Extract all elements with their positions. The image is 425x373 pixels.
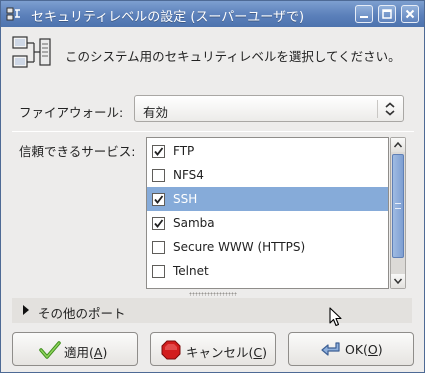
checkmark-icon [154, 195, 164, 204]
combo-separator [377, 100, 378, 118]
cancel-label: キャンセル(C) [186, 345, 268, 360]
firewall-select[interactable]: 有効 [134, 95, 404, 122]
service-row-telnet[interactable]: Telnet [147, 259, 388, 283]
checkmark-icon [154, 219, 164, 228]
network-security-icon [12, 36, 51, 68]
https-checkbox[interactable] [152, 241, 165, 254]
service-row-https[interactable]: Secure WWW (HTTPS) [147, 235, 388, 259]
service-name: FTP [173, 144, 195, 158]
firewall-label: ファイアウォール: [19, 105, 124, 120]
scroll-up-button[interactable] [391, 138, 405, 152]
maximize-icon [382, 9, 392, 19]
ssh-checkbox[interactable] [152, 193, 165, 206]
chevron-down-icon [393, 278, 403, 285]
services-scrollbar[interactable] [390, 137, 406, 289]
return-arrow-icon [321, 342, 340, 356]
app-icon [6, 7, 20, 21]
service-name: NFS4 [173, 168, 204, 182]
service-name: Secure WWW (HTTPS) [173, 240, 306, 254]
apply-button[interactable]: 適用(A) [12, 332, 138, 366]
title-bar[interactable]: セキュリティレベルの設定 (スーパーユーザで) [1, 1, 424, 27]
firewall-select-value: 有効 [143, 105, 169, 120]
nfs4-checkbox[interactable] [152, 169, 165, 182]
section-divider [12, 131, 414, 132]
ok-label: OK(O) [345, 342, 383, 357]
other-ports-expander[interactable]: その他のポート [12, 298, 412, 323]
header-instruction: このシステム用のセキュリティレベルを選択してください。 [65, 49, 401, 64]
security-level-dialog: セキュリティレベルの設定 (スーパーユーザで) このシステム用のセキュリティレベ… [0, 0, 425, 373]
scroll-thumb[interactable] [392, 154, 404, 258]
checkmark-icon [154, 147, 164, 156]
other-ports-label: その他のポート [38, 306, 126, 321]
mouse-pointer-icon [329, 307, 342, 327]
up-down-arrows-icon [385, 102, 395, 116]
stop-icon [161, 340, 181, 360]
checkmark-icon [39, 341, 61, 359]
trusted-services-list[interactable]: FTP NFS4 SSH Samba Secure WWW (HTTPS) Te… [146, 137, 389, 289]
telnet-checkbox[interactable] [152, 265, 165, 278]
service-row-ssh[interactable]: SSH [147, 187, 388, 211]
chevron-up-icon [393, 141, 403, 148]
ftp-checkbox[interactable] [152, 145, 165, 158]
maximize-button[interactable] [378, 5, 396, 23]
ok-button[interactable]: OK(O) [288, 332, 414, 366]
close-icon [405, 9, 415, 19]
cancel-button[interactable]: キャンセル(C) [150, 332, 276, 366]
scroll-grip [395, 203, 401, 209]
service-name: SSH [173, 192, 198, 206]
minimize-icon [360, 16, 368, 18]
scroll-down-button[interactable] [391, 274, 405, 288]
service-name: Telnet [173, 264, 209, 278]
service-name: Samba [173, 216, 215, 230]
trusted-services-label: 信頼できるサービス: [19, 144, 136, 159]
service-row-ftp[interactable]: FTP [147, 139, 388, 163]
triangle-right-icon [23, 305, 29, 315]
service-row-samba[interactable]: Samba [147, 211, 388, 235]
window-title: セキュリティレベルの設定 (スーパーユーザで) [31, 10, 305, 25]
samba-checkbox[interactable] [152, 217, 165, 230]
pane-resize-grip[interactable] [189, 292, 237, 296]
minimize-button[interactable] [355, 5, 373, 23]
service-row-nfs4[interactable]: NFS4 [147, 163, 388, 187]
apply-label: 適用(A) [64, 345, 108, 360]
close-button[interactable] [401, 5, 419, 23]
